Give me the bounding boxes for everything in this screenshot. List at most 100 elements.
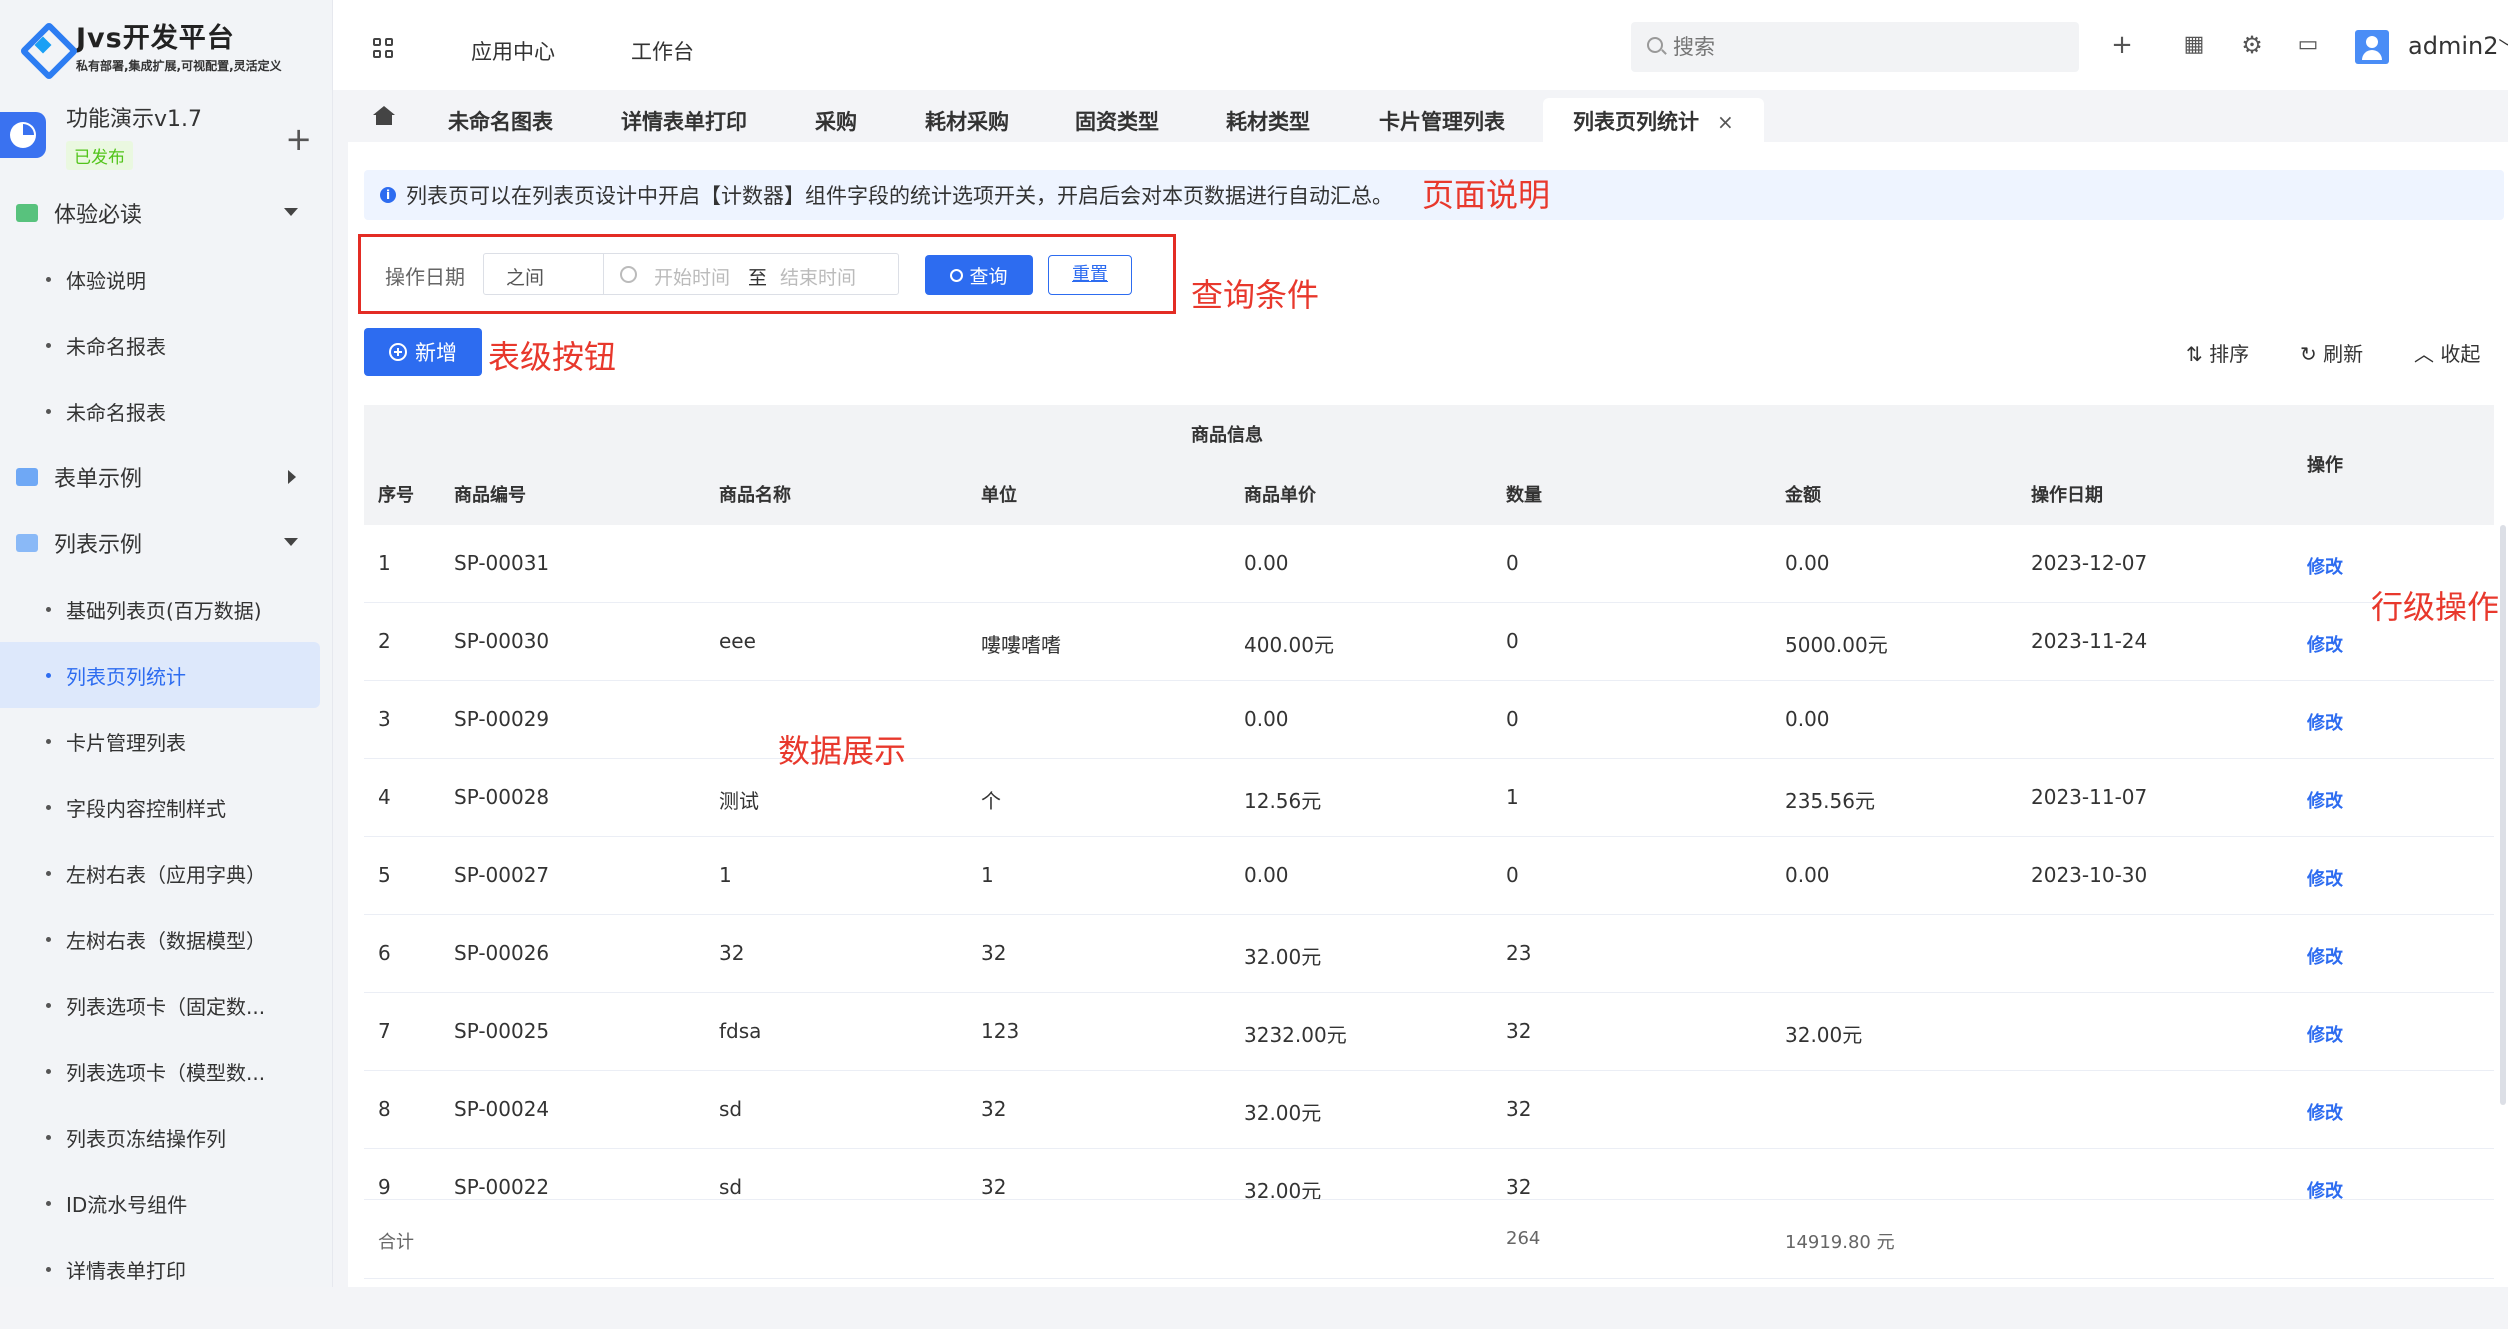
table-cell: 0.00: [1244, 863, 1289, 887]
search-input[interactable]: [1673, 32, 2053, 62]
table-cell: 32: [1506, 1097, 1532, 1121]
table-cell: 3232.00元: [1244, 1023, 1347, 1047]
tab-bar: 未命名图表 详情表单打印 采购 耗材采购 固资类型 耗材类型 卡片管理列表 列表…: [333, 90, 2508, 142]
plus-icon[interactable]: +: [2109, 32, 2135, 58]
start-time-input[interactable]: 开始时间: [654, 263, 730, 290]
sidebar-item[interactable]: 左树右表（应用字典）: [0, 840, 332, 906]
refresh-button[interactable]: ↻ 刷新: [2300, 338, 2363, 367]
sidebar-item[interactable]: 卡片管理列表: [0, 708, 332, 774]
sidebar-group-label: 体验必读: [54, 203, 143, 228]
sidebar-item[interactable]: 列表选项卡（模型数...: [0, 1038, 332, 1104]
table-cell: 0: [1506, 707, 1519, 731]
add-button[interactable]: 新增: [364, 328, 482, 376]
pie-chart-icon: [0, 112, 46, 158]
col-header[interactable]: 商品单价: [1244, 481, 1316, 507]
table-cell: 32: [719, 941, 745, 965]
add-icon[interactable]: +: [285, 120, 312, 158]
table-cell: sd: [719, 1097, 743, 1121]
sidebar-item[interactable]: 列表选项卡（固定数...: [0, 972, 332, 1038]
refresh-icon: ↻: [2300, 342, 2317, 366]
end-time-input[interactable]: 结束时间: [780, 263, 856, 290]
search-icon: [1647, 37, 1663, 53]
table-cell: 5000.00元: [1785, 633, 1888, 657]
sidebar-item[interactable]: 未命名报表: [0, 312, 332, 378]
edit-link[interactable]: 修改: [2307, 1099, 2343, 1125]
app-switcher[interactable]: 功能演示v1.7 已发布 +: [0, 90, 332, 180]
sort-button[interactable]: ⇅ 排序: [2186, 338, 2249, 367]
message-icon[interactable]: ▭: [2295, 32, 2321, 58]
annotation-row-ops: 行级操作: [2371, 588, 2500, 626]
annotation-page-desc: 页面说明: [1422, 176, 1551, 214]
folder-icon: [16, 468, 38, 486]
edit-link[interactable]: 修改: [2307, 553, 2343, 579]
edit-link[interactable]: 修改: [2307, 787, 2343, 813]
table-cell: 32.00元: [1244, 945, 1322, 969]
col-header[interactable]: 商品编号: [454, 481, 526, 507]
tab-asset-type[interactable]: 固资类型: [1075, 106, 1159, 136]
table-cell: 嘍嘍嗜嗜: [981, 633, 1061, 657]
edit-link[interactable]: 修改: [2307, 943, 2343, 969]
username[interactable]: admin2﹀: [2408, 32, 2508, 60]
edit-link[interactable]: 修改: [2307, 709, 2343, 735]
nav-workbench[interactable]: 工作台: [631, 36, 694, 66]
col-header[interactable]: 金额: [1785, 481, 1821, 507]
sidebar-item[interactable]: 体验说明: [0, 246, 332, 312]
sidebar-item[interactable]: 未命名报表: [0, 378, 332, 444]
sidebar-item[interactable]: 左树右表（数据模型）: [0, 906, 332, 972]
tab-detail-print[interactable]: 详情表单打印: [621, 106, 747, 136]
sidebar-item[interactable]: 列表页冻结操作列: [0, 1104, 332, 1170]
edit-link[interactable]: 修改: [2307, 1021, 2343, 1047]
table-cell: SP-00031: [454, 551, 550, 575]
sidebar-group-guide[interactable]: 体验必读: [0, 180, 332, 246]
tab-card-list[interactable]: 卡片管理列表: [1379, 106, 1505, 136]
sidebar-item[interactable]: 基础列表页(百万数据): [0, 576, 332, 642]
edit-link[interactable]: 修改: [2307, 865, 2343, 891]
reset-button[interactable]: 重置: [1048, 255, 1132, 295]
grid-icon[interactable]: [373, 38, 393, 58]
apps-icon[interactable]: ▦: [2181, 32, 2207, 58]
table-cell: 2023-11-24: [2031, 629, 2148, 653]
table-cell: 1: [378, 551, 391, 575]
home-icon[interactable]: [373, 106, 395, 125]
col-header[interactable]: 商品名称: [719, 481, 791, 507]
close-icon[interactable]: ×: [1717, 110, 1734, 134]
table-cell: SP-00025: [454, 1019, 550, 1043]
search-box[interactable]: [1631, 22, 2079, 72]
table-row: 6 SP-00026 32 32 32.00元 23 修改: [364, 915, 2494, 993]
date-range-picker[interactable]: 之间 开始时间 至 结束时间: [483, 253, 899, 295]
table-cell: 0: [1506, 863, 1519, 887]
sidebar-item[interactable]: 详情表单打印: [0, 1236, 332, 1302]
search-icon: [950, 268, 964, 282]
sidebar-item[interactable]: ID流水号组件: [0, 1170, 332, 1236]
table-cell: 2023-12-07: [2031, 551, 2148, 575]
logo: Jvs开发平台 私有部署,集成扩展,可视配置,灵活定义: [0, 0, 332, 90]
col-header[interactable]: 数量: [1506, 481, 1542, 507]
sidebar-item-active[interactable]: 列表页列统计: [0, 642, 320, 708]
sidebar-group-forms[interactable]: 表单示例: [0, 444, 332, 510]
sidebar-group-lists[interactable]: 列表示例: [0, 510, 332, 576]
gear-icon[interactable]: ⚙: [2239, 32, 2265, 58]
col-header[interactable]: 操作日期: [2031, 481, 2103, 507]
tab-purchase[interactable]: 采购: [815, 106, 857, 136]
collapse-button[interactable]: ︿ 收起: [2414, 338, 2480, 367]
table-cell: 32: [1506, 1175, 1532, 1199]
tab-consumable-purchase[interactable]: 耗材采购: [925, 106, 1009, 136]
table-cell: 4: [378, 785, 391, 809]
nav-app-center[interactable]: 应用中心: [471, 36, 555, 66]
logo-title: Jvs开发平台: [76, 23, 235, 54]
table-header: 商品信息 序号 商品编号 商品名称 单位 商品单价 数量 金额 操作日期 操作: [364, 405, 2494, 525]
range-mode-select[interactable]: 之间: [484, 254, 604, 294]
tab-list-stats[interactable]: 列表页列统计 ×: [1543, 98, 1764, 142]
avatar[interactable]: [2355, 30, 2389, 64]
tab-consumable-type[interactable]: 耗材类型: [1226, 106, 1310, 136]
tab-unnamed-chart[interactable]: 未命名图表: [448, 106, 553, 136]
table-cell: 0: [1506, 629, 1519, 653]
table-cell: 0.00: [1244, 707, 1289, 731]
edit-link[interactable]: 修改: [2307, 631, 2343, 657]
annotation-data-display: 数据展示: [778, 732, 907, 770]
search-button[interactable]: 查询: [925, 255, 1033, 295]
col-header[interactable]: 单位: [981, 481, 1017, 507]
scrollbar[interactable]: [2500, 525, 2506, 1105]
table-cell: 1: [981, 863, 994, 887]
sidebar-item[interactable]: 字段内容控制样式: [0, 774, 332, 840]
